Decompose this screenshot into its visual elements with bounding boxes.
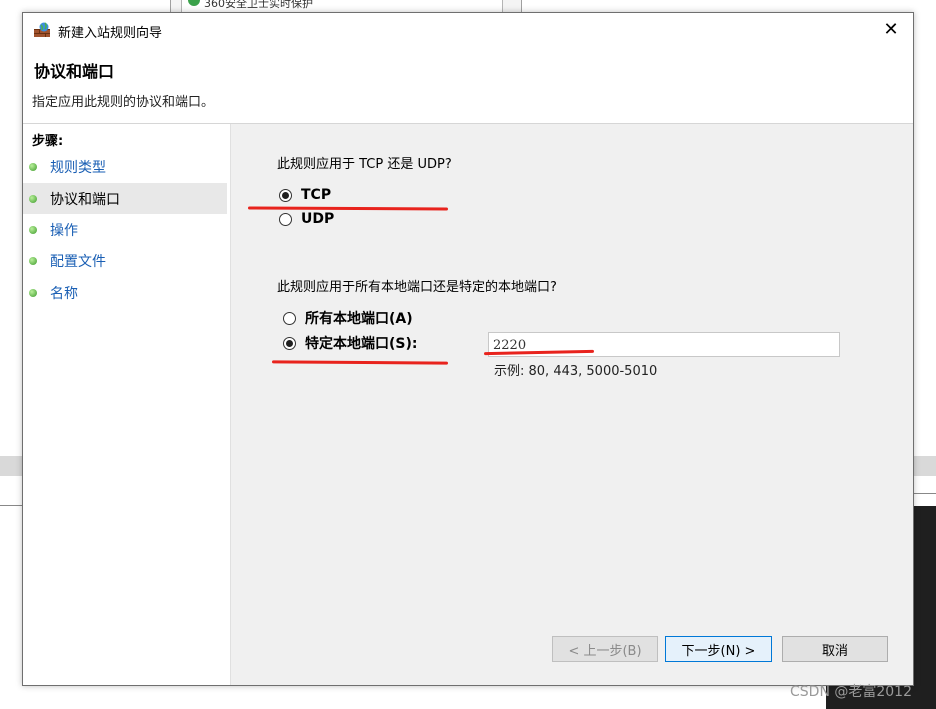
background-scrollbar-right xyxy=(913,456,936,476)
step-label: 操作 xyxy=(50,223,78,239)
step-bullet-icon xyxy=(29,163,37,171)
steps-header: 步骤: xyxy=(32,134,64,149)
panel-divider xyxy=(230,124,231,685)
page-subtitle: 指定应用此规则的协议和端口。 xyxy=(32,95,215,110)
close-button[interactable]: ✕ xyxy=(869,13,913,45)
title-bar[interactable]: 新建入站规则向导 ✕ xyxy=(23,13,913,45)
page-title: 协议和端口 xyxy=(34,62,115,81)
radio-all-ports[interactable]: 所有本地端口(A) xyxy=(283,308,413,328)
radio-label: 特定本地端口(S): xyxy=(305,336,418,352)
back-button[interactable]: < 上一步(B) xyxy=(552,636,658,662)
step-item-profile[interactable]: 配置文件 xyxy=(23,245,227,276)
radio-label: TCP xyxy=(301,187,332,203)
steps-panel: 步骤: 规则类型 协议和端口 操作 配置文件 名称 xyxy=(23,124,230,685)
step-label: 名称 xyxy=(50,286,78,302)
step-item-action[interactable]: 操作 xyxy=(23,214,227,245)
step-bullet-icon xyxy=(29,289,37,297)
firewall-app-icon xyxy=(34,22,50,37)
radio-label: 所有本地端口(A) xyxy=(305,311,413,327)
background-scrollbar-left xyxy=(0,456,24,476)
radio-specific-ports[interactable]: 特定本地端口(S): xyxy=(283,333,417,353)
step-bullet-icon xyxy=(29,226,37,234)
close-icon: ✕ xyxy=(883,18,899,40)
background-window-text: 360安全卫士实时保护 xyxy=(204,0,313,10)
background-divider xyxy=(913,493,936,494)
protocol-question: 此规则应用于 TCP 还是 UDP? xyxy=(277,157,452,172)
watermark-text: CSDN @老富2012 xyxy=(790,684,912,700)
ports-question: 此规则应用于所有本地端口还是特定的本地端口? xyxy=(277,280,557,295)
wizard-header: 协议和端口 指定应用此规则的协议和端口。 xyxy=(23,45,913,124)
radio-tcp[interactable]: TCP xyxy=(279,185,331,205)
radio-button[interactable] xyxy=(279,212,292,226)
step-item-name[interactable]: 名称 xyxy=(23,277,227,308)
step-item-rule-type[interactable]: 规则类型 xyxy=(23,151,227,182)
radio-button[interactable] xyxy=(279,188,292,202)
next-button[interactable]: 下一步(N) > xyxy=(665,636,772,662)
wizard-dialog: 新建入站规则向导 ✕ 协议和端口 指定应用此规则的协议和端口。 步骤: 规则类型… xyxy=(22,12,914,686)
background-divider xyxy=(0,505,24,506)
step-label: 配置文件 xyxy=(50,254,106,270)
step-label: 协议和端口 xyxy=(50,192,120,208)
step-bullet-icon xyxy=(29,195,37,203)
radio-label: UDP xyxy=(301,211,335,227)
step-item-protocol-ports[interactable]: 协议和端口 xyxy=(23,183,227,214)
radio-button[interactable] xyxy=(283,311,296,325)
step-label: 规则类型 xyxy=(50,160,106,176)
cancel-button[interactable]: 取消 xyxy=(782,636,888,662)
window-title: 新建入站规则向导 xyxy=(58,26,163,41)
port-example-text: 示例: 80, 443, 5000-5010 xyxy=(494,364,658,379)
shield-status-icon xyxy=(188,0,200,6)
radio-button[interactable] xyxy=(283,336,296,350)
radio-udp[interactable]: UDP xyxy=(279,209,334,229)
step-bullet-icon xyxy=(29,257,37,265)
